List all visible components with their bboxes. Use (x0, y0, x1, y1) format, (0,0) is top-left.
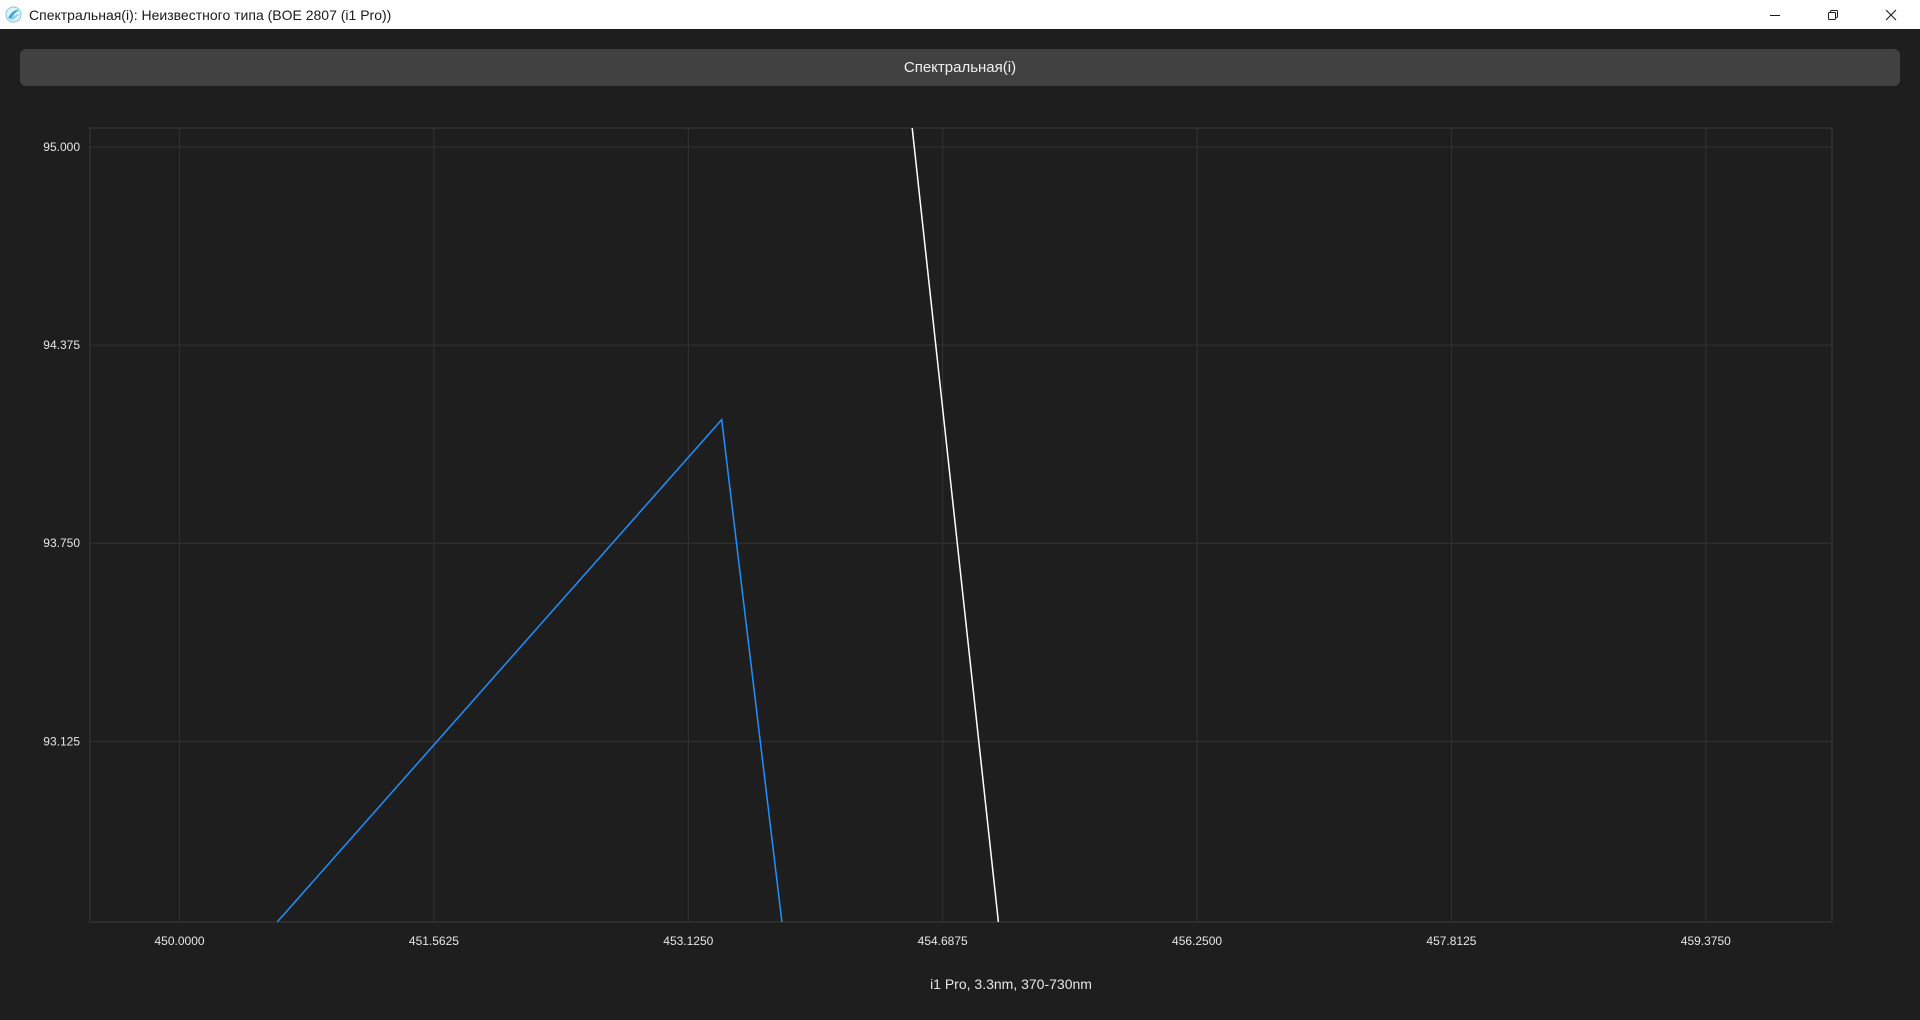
y-tick-label: 93.750 (43, 536, 80, 550)
plot-area (89, 127, 1833, 923)
x-tick-label: 459.3750 (1681, 934, 1731, 948)
series-line-2 (911, 127, 1000, 923)
x-tick-label: 453.1250 (663, 934, 713, 948)
x-tick-label: 451.5625 (409, 934, 459, 948)
y-tick-label: 93.125 (43, 734, 80, 748)
y-tick-label: 94.375 (43, 338, 80, 352)
x-tick-label: 454.6875 (918, 934, 968, 948)
x-axis-ticks: 450.0000 451.5625 453.1250 454.6875 456.2500… (155, 934, 1732, 948)
x-tick-label: 456.2500 (1172, 934, 1222, 948)
chart-grid (90, 128, 1832, 922)
chart-series (276, 127, 1000, 923)
spectral-chart: 93.125 93.750 94.375 95.000 450.0000 451.562… (43, 127, 1833, 992)
y-axis-ticks: 93.125 93.750 94.375 95.000 (43, 140, 80, 748)
y-tick-label: 95.000 (43, 140, 80, 154)
series-line-1 (276, 417, 783, 923)
x-tick-label: 457.8125 (1426, 934, 1476, 948)
x-axis-label: i1 Pro, 3.3nm, 370-730nm (930, 976, 1092, 992)
x-tick-label: 450.0000 (155, 934, 205, 948)
